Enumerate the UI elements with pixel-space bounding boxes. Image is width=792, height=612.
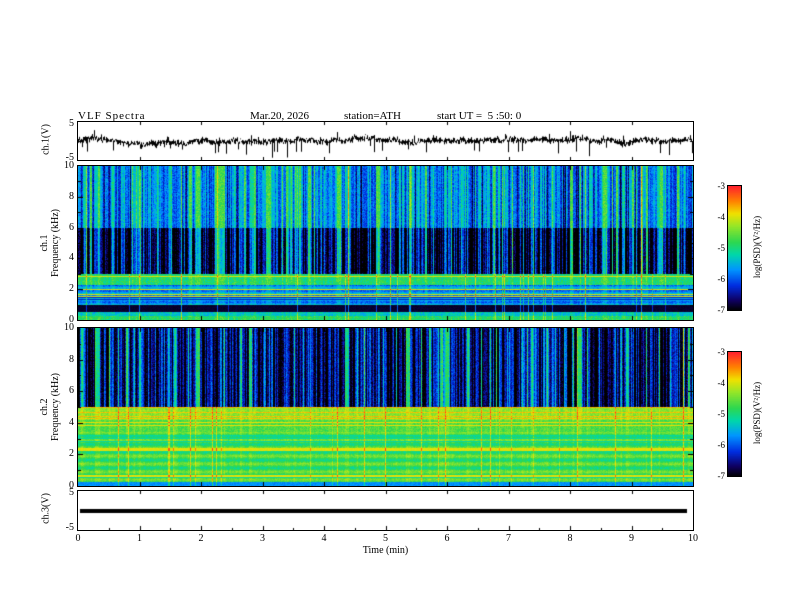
colorbar-tick-label: -6 <box>717 440 726 450</box>
ch3-waveform-plot <box>77 490 694 531</box>
ch1-axis-channel-label: ch.1 <box>39 234 50 252</box>
ch1-frequency-axis-label: ch.1 Frequency (kHz) <box>39 160 61 326</box>
voltage-tick-label: 5 <box>69 118 74 129</box>
time-tick-label: 9 <box>629 533 634 544</box>
freq-tick-label: 8 <box>69 190 74 202</box>
colorbar-tick-label: -4 <box>717 212 726 222</box>
colorbar-tick-label: -5 <box>717 243 726 253</box>
voltage-tick-label: -5 <box>65 522 74 533</box>
freq-tick-label: 2 <box>69 283 74 295</box>
time-tick-label: 0 <box>75 533 81 544</box>
time-tick-label: 2 <box>198 533 204 544</box>
freq-tick-label: 8 <box>69 353 74 365</box>
colorbar-tick-label: -6 <box>717 274 726 284</box>
colorbar-tick-label: -7 <box>717 471 726 481</box>
colorbar-tick-label: -7 <box>717 305 726 315</box>
ch1-waveform-plot <box>77 121 694 161</box>
time-tick-label: 8 <box>567 533 573 544</box>
ch1-spectrogram-plot <box>77 165 694 321</box>
ch2-spectrogram-plot <box>77 327 694 487</box>
freq-tick-label: 10 <box>64 322 74 333</box>
freq-tick-label: 2 <box>69 448 74 460</box>
time-axis-label: Time (min) <box>362 545 409 556</box>
colorbar-ch2-units-label: log(PSD)(V²/Hz) <box>752 381 762 445</box>
colorbar-tick-label: -3 <box>717 347 726 357</box>
colorbar-tick-label: -5 <box>717 409 726 419</box>
colorbar-tick-label: -4 <box>717 378 726 388</box>
time-tick-label: 3 <box>260 533 265 544</box>
time-tick-label: 7 <box>506 533 511 544</box>
time-tick-label: 1 <box>137 533 142 544</box>
colorbar-ch2 <box>727 351 742 477</box>
ch2-axis-frequency-label: Frequency (kHz) <box>50 372 61 442</box>
voltage-tick-label: -5 <box>65 152 74 163</box>
colorbar-ch1 <box>727 185 742 311</box>
voltage-tick-label: 5 <box>69 487 74 498</box>
vlf-spectra-figure: VLF Spectra Mar.20, 2026 station=ATH sta… <box>0 0 792 612</box>
ch3-voltage-axis-label: ch.3(V) <box>40 493 52 524</box>
time-tick-label: 10 <box>688 533 698 544</box>
freq-tick-label: 4 <box>69 252 74 264</box>
freq-tick-label: 6 <box>69 385 74 397</box>
colorbar-ch1-units-label: log(PSD)(V²/Hz) <box>752 215 762 279</box>
freq-tick-label: 6 <box>69 221 74 233</box>
ch1-axis-frequency-label: Frequency (kHz) <box>50 208 61 278</box>
freq-tick-label: 4 <box>69 416 74 428</box>
time-tick-label: 4 <box>321 533 327 544</box>
time-tick-label: 5 <box>383 533 388 544</box>
time-tick-label: 6 <box>444 533 450 544</box>
colorbar-tick-label: -3 <box>717 181 726 191</box>
